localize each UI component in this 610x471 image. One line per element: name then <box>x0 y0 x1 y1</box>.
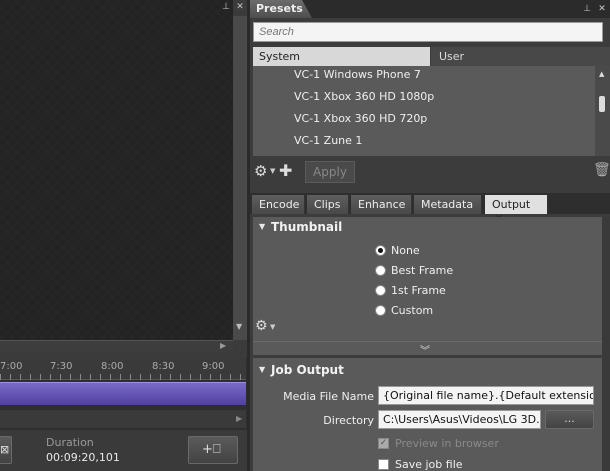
preview-in-browser-checkbox[interactable]: ✓ Preview in browser <box>378 437 499 450</box>
timeline-tick: 9:00 <box>202 361 225 372</box>
add-marker-button[interactable]: +⎕ <box>188 436 238 464</box>
media-file-name-label: Media File Name <box>283 390 374 403</box>
browse-button[interactable]: ... <box>545 410 594 429</box>
apply-button[interactable]: Apply <box>305 161 355 183</box>
gear-icon[interactable]: ⚙ <box>254 162 267 180</box>
timeline-toolbar: ⊠ Duration 00:09:20,101 +⎕ <box>0 430 250 471</box>
settings-scrollbar[interactable] <box>602 217 610 471</box>
save-job-file-checkbox[interactable]: Save job file <box>378 458 463 471</box>
preset-item[interactable]: VC-1 Windows Phone 7 <box>294 68 421 81</box>
mark-icon: ⊠ <box>0 443 10 456</box>
presets-header: Presets ⊥ ✕ <box>250 0 610 18</box>
radio-first-frame[interactable]: 1st Frame <box>375 284 446 297</box>
timeline-tick: 8:00 <box>101 361 124 372</box>
ruler-ticks <box>0 374 246 380</box>
timeline-ruler: 7:00 7:30 8:00 8:30 9:00 <box>0 358 246 380</box>
close-icon[interactable]: ✕ <box>598 5 606 14</box>
chevron-down-icon[interactable]: ▼ <box>270 167 275 175</box>
radio-label: 1st Frame <box>391 284 446 297</box>
section-title-job-output: Job Output <box>271 363 344 377</box>
radio-best-frame[interactable]: Best Frame <box>375 264 453 277</box>
directory-label: Directory <box>323 414 374 427</box>
preset-toolbar: ⚙ ▼ ✚ Apply 🗑 <box>250 158 610 186</box>
scroll-right-icon[interactable]: ▶ <box>220 341 226 350</box>
left-pane: ⊥ ✕ ▼ ▶ 7:00 7:30 8:00 8:30 9:00 ▶ ⊠ Dur… <box>0 0 250 471</box>
checkmark-icon: ✓ <box>378 438 389 449</box>
radio-none[interactable]: None <box>375 244 420 257</box>
preview-horizontal-scrollbar[interactable]: ▶ <box>0 340 233 352</box>
mark-out-button[interactable]: ⊠ <box>0 436 12 464</box>
scroll-down-icon[interactable]: ▼ <box>236 322 242 331</box>
collapse-icon[interactable]: ▼ <box>259 222 265 231</box>
timeline-tick: 7:30 <box>50 361 73 372</box>
radio-selected-icon <box>375 245 386 256</box>
preview-vertical-scrollbar[interactable]: ▼ <box>233 16 247 340</box>
radio-label: Best Frame <box>391 264 454 277</box>
video-track[interactable] <box>0 382 246 406</box>
gear-icon[interactable]: ⚙ <box>255 318 268 334</box>
tab-metadata[interactable]: Metadata <box>414 195 482 214</box>
video-preview <box>0 0 233 340</box>
section-title-thumbnail: Thumbnail <box>271 220 343 234</box>
trash-icon[interactable]: 🗑 <box>593 162 610 178</box>
expand-bar[interactable]: ︾ <box>253 341 602 357</box>
double-chevron-down-icon: ︾ <box>420 346 430 357</box>
radio-label: Custom <box>391 304 434 317</box>
preset-item[interactable]: VC-1 Xbox 360 HD 720p <box>294 112 427 125</box>
right-pane: Presets ⊥ ✕ System User VC-1 Windows Pho… <box>250 0 610 471</box>
timeline-scrollbar[interactable]: ▶ <box>0 410 246 428</box>
media-file-name-input[interactable]: {Original file name}.{Default extension} <box>378 386 594 405</box>
pin-icon[interactable]: ⊥ <box>222 3 230 12</box>
presets-title: Presets <box>250 0 312 18</box>
tab-encode[interactable]: Encode <box>252 195 305 214</box>
tab-enhance[interactable]: Enhance <box>351 195 412 214</box>
radio-label: None <box>391 244 420 257</box>
timeline-tick: 8:30 <box>152 361 175 372</box>
tab-clips[interactable]: Clips <box>307 195 349 214</box>
radio-custom[interactable]: Custom <box>375 304 433 317</box>
scroll-up-icon[interactable]: ▲ <box>599 70 604 78</box>
insert-clip-icon: +⎕ <box>202 442 221 457</box>
add-preset-icon[interactable]: ✚ <box>279 161 292 180</box>
radio-icon <box>375 305 386 316</box>
duration-value: 00:09:20,101 <box>46 451 120 464</box>
timeline-tick: 7:00 <box>0 361 23 372</box>
checkbox-label: Preview in browser <box>395 437 499 450</box>
directory-input[interactable]: C:\Users\Asus\Videos\LG 3D... <box>378 410 541 429</box>
timeline: 7:00 7:30 8:00 8:30 9:00 ▶ ⊠ Duration 00… <box>0 358 250 471</box>
thumbnail-section: ▼ Thumbnail None Best Frame 1st Frame Cu… <box>253 217 602 357</box>
radio-icon <box>375 265 386 276</box>
preset-search-input[interactable] <box>253 22 603 42</box>
tab-user[interactable]: User <box>431 47 610 66</box>
close-icon[interactable]: ✕ <box>236 3 244 12</box>
job-output-section: ▼ Job Output Media File Name {Original f… <box>253 358 602 471</box>
checkbox-label: Save job file <box>395 458 463 471</box>
tab-system[interactable]: System <box>253 47 430 66</box>
preset-list: VC-1 Windows Phone 7 VC-1 Xbox 360 HD 10… <box>253 66 595 156</box>
settings-tabs: Encode Clips Enhance Metadata Output ✕ <box>250 193 610 224</box>
duration-label: Duration <box>46 436 94 449</box>
preset-item[interactable]: VC-1 Xbox 360 HD 1080p <box>294 90 434 103</box>
tab-output[interactable]: Output ✕ <box>485 195 548 224</box>
chevron-down-icon[interactable]: ▼ <box>270 323 275 331</box>
collapse-icon[interactable]: ▼ <box>259 365 265 374</box>
checkbox-icon <box>378 459 389 470</box>
scroll-thumb[interactable] <box>599 96 605 112</box>
preset-item[interactable]: VC-1 Zune 1 <box>294 134 362 147</box>
radio-icon <box>375 285 386 296</box>
scroll-right-icon[interactable]: ▶ <box>236 414 242 423</box>
preset-list-scrollbar[interactable]: ▲ <box>595 66 610 156</box>
tab-output-label: Output <box>492 198 531 211</box>
pin-icon[interactable]: ⊥ <box>583 5 591 14</box>
